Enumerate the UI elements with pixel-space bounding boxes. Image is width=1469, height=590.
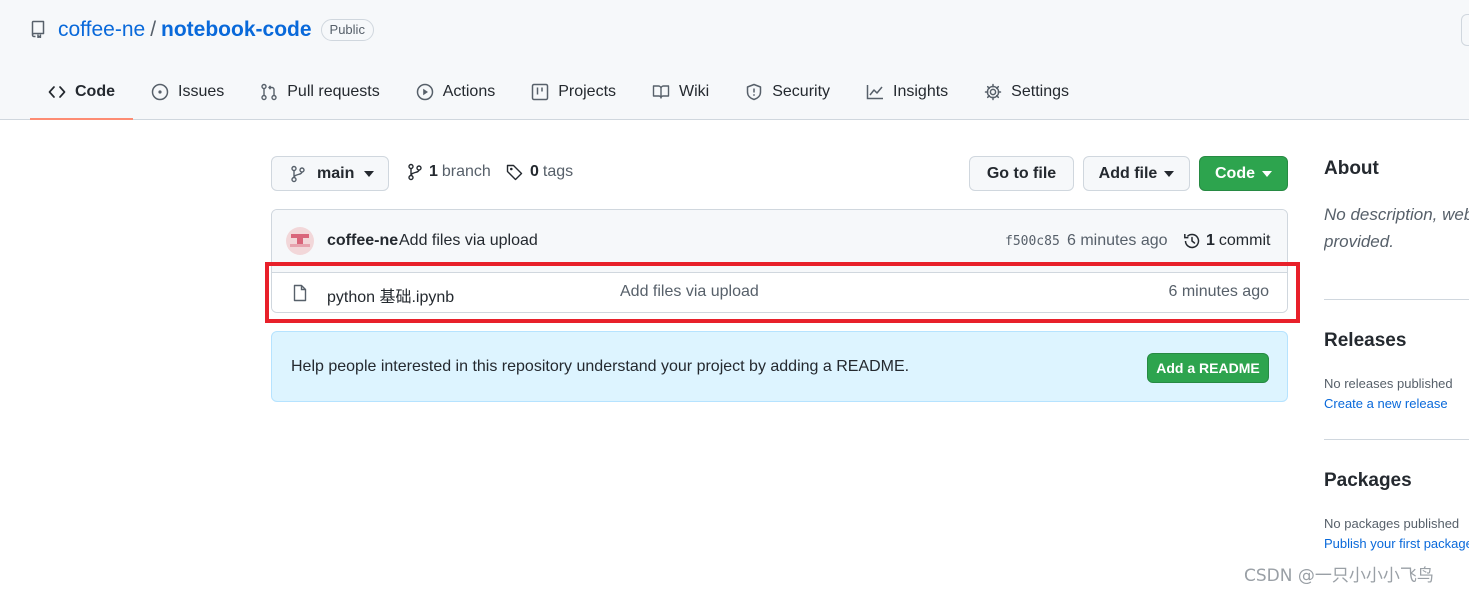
tag-icon (506, 164, 523, 181)
tab-label: Projects (558, 83, 617, 100)
repo-owner-link[interactable]: coffee-ne (58, 18, 145, 42)
readme-banner-text: Help people interested in this repositor… (291, 358, 910, 375)
caret-down-icon (1262, 170, 1272, 177)
tab-security[interactable]: Security (727, 66, 848, 120)
avatar[interactable] (286, 227, 314, 255)
tab-actions[interactable]: Actions (398, 66, 513, 120)
tab-issues[interactable]: Issues (133, 66, 242, 120)
git-branch-icon (408, 163, 422, 181)
tab-wiki[interactable]: Wiki (634, 66, 727, 120)
code-button[interactable]: Code (1199, 156, 1288, 191)
tags-link[interactable]: 0 tags (506, 163, 573, 181)
commits-link[interactable]: 1 commit (1183, 232, 1270, 250)
tab-label: Settings (1011, 83, 1069, 100)
tag-word: tags (542, 163, 574, 180)
file-age: 6 minutes ago (1168, 283, 1269, 300)
file-commit-message[interactable]: Add files via upload (620, 283, 759, 301)
graph-icon (866, 85, 884, 100)
repo-action-button[interactable] (1461, 14, 1469, 46)
repo-title: coffee-ne / notebook-code Public (30, 14, 374, 46)
releases-empty-text: No releases published (1324, 376, 1453, 391)
book-icon (652, 85, 670, 99)
commit-age: 6 minutes ago (1067, 232, 1168, 249)
shield-icon (746, 83, 762, 101)
tab-label: Pull requests (287, 83, 380, 100)
tab-insights[interactable]: Insights (848, 66, 966, 120)
repo-name-link[interactable]: notebook-code (161, 18, 312, 42)
tab-code[interactable]: Code (30, 66, 133, 120)
latest-commit-row: coffee-ne Add files via upload f500c85 6… (272, 210, 1287, 273)
file-name-link[interactable]: python 基础.ipynb (327, 283, 454, 307)
repo-tabs: Code Issues Pull requests Actions Projec… (30, 66, 1087, 120)
tab-label: Security (772, 83, 831, 100)
code-button-label: Code (1215, 164, 1255, 182)
branch-count: 1 (429, 163, 438, 180)
about-description-line: No description, website, or topics (1324, 205, 1469, 224)
issue-opened-icon (151, 83, 169, 101)
tab-pull-requests[interactable]: Pull requests (242, 66, 398, 120)
add-file-button[interactable]: Add file (1083, 156, 1190, 191)
gear-icon (984, 83, 1002, 101)
code-icon (48, 86, 66, 98)
tab-projects[interactable]: Projects (513, 66, 634, 120)
tag-count: 0 (530, 163, 539, 180)
history-icon (1184, 233, 1200, 249)
add-readme-button[interactable]: Add a README (1147, 353, 1269, 383)
caret-down-icon (364, 170, 375, 177)
readme-banner: Help people interested in this repositor… (271, 331, 1288, 402)
about-description-line: provided. (1324, 232, 1394, 251)
visibility-badge: Public (320, 19, 374, 41)
tab-label: Insights (893, 83, 949, 100)
table-row[interactable]: python 基础.ipynb Add files via upload 6 m… (272, 273, 1287, 312)
table-icon (531, 83, 549, 101)
add-file-label: Add file (1098, 164, 1158, 182)
repo-header: coffee-ne / notebook-code Public Code Is… (0, 0, 1469, 120)
file-icon (293, 284, 307, 302)
branch-select-button[interactable]: main (271, 156, 389, 191)
repo-icon (30, 20, 48, 40)
git-pull-request-icon (261, 83, 277, 101)
tab-label: Issues (178, 83, 225, 100)
sidebar-divider (1324, 299, 1469, 300)
go-to-file-label: Go to file (986, 164, 1057, 182)
file-table: coffee-ne Add files via upload f500c85 6… (271, 209, 1288, 313)
packages-empty-text: No packages published (1324, 516, 1460, 531)
about-description: No description, website, or topics provi… (1324, 201, 1469, 255)
play-icon (416, 83, 433, 101)
commit-author[interactable]: coffee-ne (327, 232, 398, 250)
tab-label: Code (75, 83, 115, 100)
create-release-link[interactable]: Create a new release (1324, 396, 1448, 411)
branch-word: branch (441, 163, 491, 180)
sidebar-divider (1324, 439, 1469, 440)
commit-sha[interactable]: f500c85 (1005, 234, 1060, 249)
releases-heading[interactable]: Releases (1324, 330, 1406, 352)
tab-label: Wiki (679, 83, 710, 100)
about-heading: About (1324, 158, 1379, 179)
repo-separator: / (150, 18, 157, 41)
packages-heading[interactable]: Packages (1324, 470, 1412, 492)
commit-word: commit (1218, 232, 1271, 249)
tab-settings[interactable]: Settings (966, 66, 1087, 120)
commit-count: 1 (1206, 232, 1215, 249)
commit-message[interactable]: Add files via upload (399, 232, 538, 250)
branches-link[interactable]: 1 branch (407, 163, 491, 181)
watermark-text: CSDN @一只小小小飞鸟 (1244, 566, 1434, 586)
branch-name: main (317, 164, 355, 182)
tab-label: Actions (442, 83, 496, 100)
publish-package-link[interactable]: Publish your first package (1324, 536, 1469, 551)
git-branch-icon (291, 165, 305, 182)
caret-down-icon (1164, 170, 1175, 177)
go-to-file-button[interactable]: Go to file (969, 156, 1074, 191)
